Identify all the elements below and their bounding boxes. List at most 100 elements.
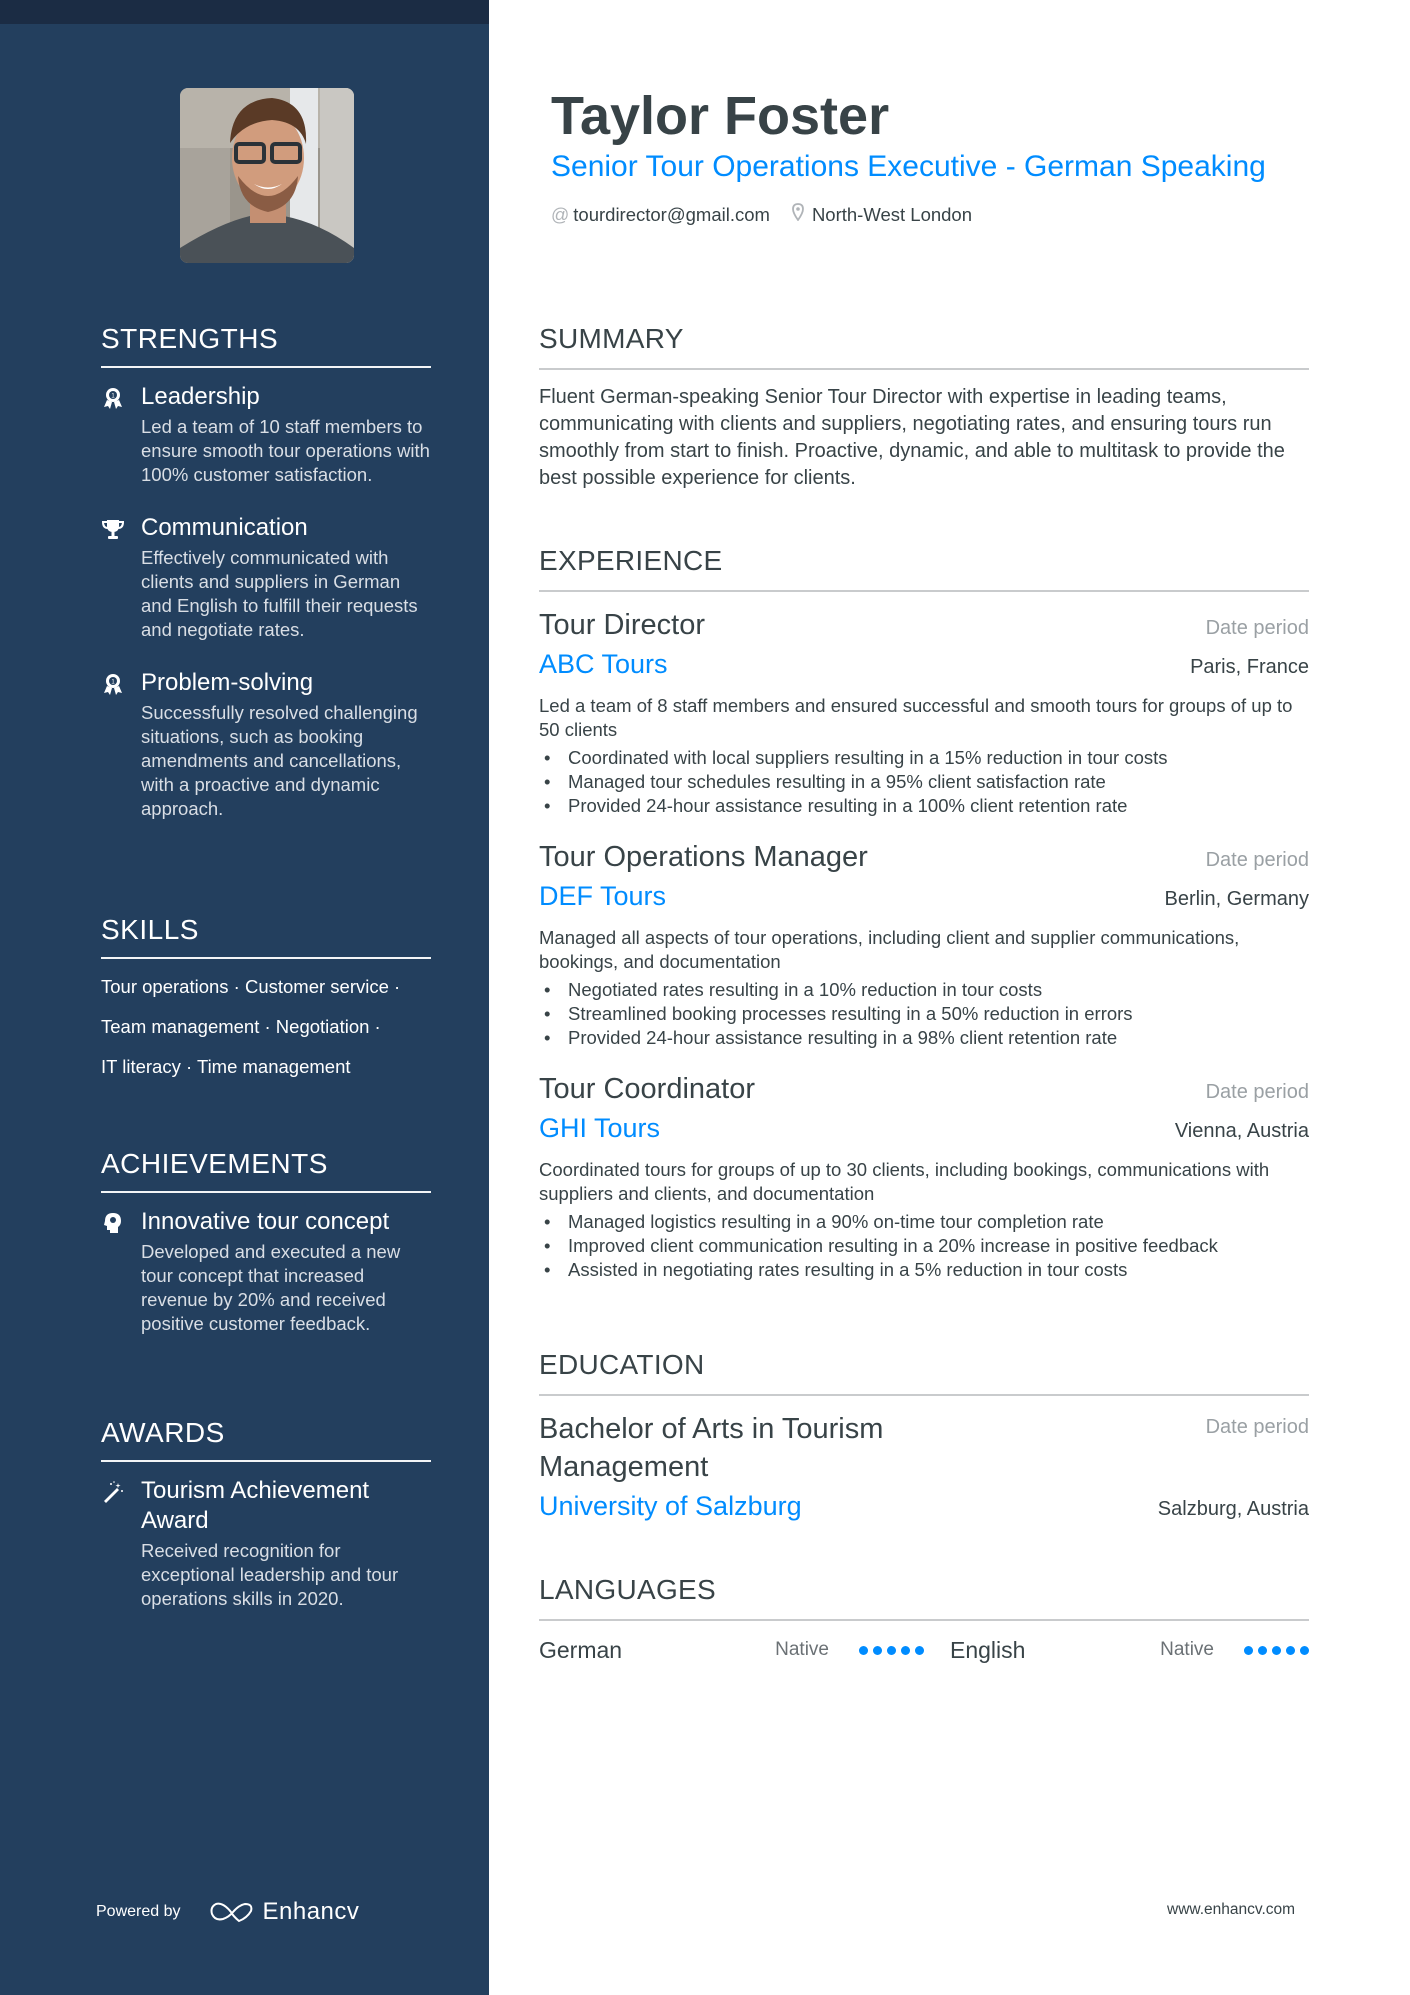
job-description: Led a team of 8 staff members and ensure… <box>539 695 1293 740</box>
rating-dot-filled <box>887 1645 896 1655</box>
awards-section: AWARDS Tourism Achievement Award Receive… <box>101 1416 431 1611</box>
rating-dot-filled <box>873 1645 882 1655</box>
job-bullets: Coordinated with local suppliers resulti… <box>539 746 1309 818</box>
job-date: Date period <box>1205 1081 1309 1103</box>
experience-section: EXPERIENCE Tour Director Date period ABC… <box>539 544 1309 1282</box>
rating-dot-filled <box>915 1645 924 1655</box>
language-level: Native <box>775 1639 829 1660</box>
strengths-title: STRENGTHS <box>101 323 279 354</box>
bullet-item: Managed tour schedules resulting in a 95… <box>539 770 1309 794</box>
powered-by-label: Powered by <box>96 1903 181 1920</box>
website-link[interactable]: www.enhancv.com <box>1167 1901 1295 1919</box>
education-entry: Bachelor of Arts in Tourism Management D… <box>539 1410 1309 1524</box>
strengths-section: STRENGTHS 1 Leadership Led a team of 10 … <box>101 322 431 821</box>
enhancv-logo[interactable]: Enhancv <box>209 1898 360 1926</box>
contact-info: @ tourdirector@gmail.com North-West Lond… <box>551 202 972 228</box>
enhancv-logo-icon <box>210 1902 252 1923</box>
languages-row: German Native English Native <box>539 1633 1309 1667</box>
school-name[interactable]: University of Salzburg <box>539 1488 802 1524</box>
section-divider <box>539 368 1309 370</box>
job-location: Paris, France <box>1190 656 1309 678</box>
strength-item: 1 Leadership Led a team of 10 staff memb… <box>101 382 431 487</box>
strength-title: Problem-solving <box>141 669 314 696</box>
bullet-item: Provided 24-hour assistance resulting in… <box>539 1026 1309 1050</box>
company-name[interactable]: GHI Tours <box>539 1110 660 1146</box>
sidebar-top-band <box>0 0 489 24</box>
award-ribbon-icon: 1 <box>101 672 125 696</box>
achievements-section: ACHIEVEMENTS Innovative tour concept Dev… <box>101 1147 431 1336</box>
section-divider <box>539 590 1309 592</box>
education-date: Date period <box>1205 1416 1309 1438</box>
school-location: Salzburg, Austria <box>1157 1498 1309 1520</box>
enhancv-brand: Enhancv <box>262 1898 360 1925</box>
language-name: English <box>950 1636 1026 1663</box>
award-item: Tourism Achievement Award Received recog… <box>101 1476 431 1611</box>
bullet-item: Assisted in negotiating rates resulting … <box>539 1258 1309 1282</box>
job-date: Date period <box>1205 849 1309 871</box>
skills-line: Tour operations · Customer service · <box>101 976 401 997</box>
strength-desc: Effectively communicated with clients an… <box>141 547 418 640</box>
achievement-desc: Developed and executed a new tour concep… <box>141 1241 401 1334</box>
candidate-title: Senior Tour Operations Executive - Germa… <box>551 150 1266 183</box>
award-title: Tourism Achievement Award <box>141 1477 370 1534</box>
candidate-name: Taylor Foster <box>551 86 890 146</box>
degree: Bachelor of Arts in Tourism Management <box>539 1413 884 1483</box>
job-date: Date period <box>1205 617 1309 639</box>
summary-section: SUMMARY Fluent German-speaking Senior To… <box>539 322 1309 492</box>
company-name[interactable]: ABC Tours <box>539 646 668 682</box>
at-icon: @ <box>551 205 570 225</box>
powered-by: Powered by Enhancv <box>96 1898 359 1926</box>
bullet-item: Coordinated with local suppliers resulti… <box>539 746 1309 770</box>
rating-dot-filled <box>1272 1645 1281 1655</box>
section-divider <box>101 366 431 368</box>
bullet-item: Streamlined booking processes resulting … <box>539 1002 1309 1026</box>
job-bullets: Negotiated rates resulting in a 10% redu… <box>539 978 1309 1050</box>
award-desc: Received recognition for exceptional lea… <box>141 1540 399 1609</box>
languages-title: LANGUAGES <box>539 1574 716 1605</box>
location: North-West London <box>811 204 973 225</box>
skills-line: IT literacy · Time management <box>101 1056 351 1077</box>
sidebar: STRENGTHS 1 Leadership Led a team of 10 … <box>0 0 489 1995</box>
job-role: Tour Coordinator <box>539 1073 755 1105</box>
language-item: English Native <box>924 1637 1309 1664</box>
section-divider <box>101 957 431 959</box>
job-bullets: Managed logistics resulting in a 90% on-… <box>539 1210 1309 1282</box>
experience-entry: Tour Coordinator Date period GHI Tours V… <box>539 1070 1309 1282</box>
experience-entry: Tour Director Date period ABC Tours Pari… <box>539 606 1309 818</box>
summary-title: SUMMARY <box>539 323 684 354</box>
skills-title: SKILLS <box>101 914 199 945</box>
language-rating <box>859 1645 924 1655</box>
achievements-title: ACHIEVEMENTS <box>101 1148 328 1179</box>
language-item: German Native <box>539 1637 924 1664</box>
skills-line: Team management · Negotiation · <box>101 1016 381 1037</box>
achievement-title: Innovative tour concept <box>141 1208 390 1235</box>
strength-desc: Successfully resolved challenging situat… <box>141 702 418 819</box>
language-rating <box>1244 1645 1309 1655</box>
job-location: Vienna, Austria <box>1174 1120 1309 1142</box>
job-description: Coordinated tours for groups of up to 30… <box>539 1159 1270 1204</box>
strength-title: Leadership <box>141 383 260 410</box>
achievement-item: Innovative tour concept Developed and ex… <box>101 1207 431 1336</box>
company-name[interactable]: DEF Tours <box>539 878 666 914</box>
rating-dot-filled <box>901 1645 910 1655</box>
section-divider <box>101 1460 431 1462</box>
bullet-item: Negotiated rates resulting in a 10% redu… <box>539 978 1309 1002</box>
section-divider <box>539 1619 1309 1621</box>
email[interactable]: tourdirector@gmail.com <box>573 202 770 228</box>
awards-title: AWARDS <box>101 1417 225 1448</box>
skills-section: SKILLS Tour operations · Customer servic… <box>101 913 431 1079</box>
bullet-item: Improved client communication resulting … <box>539 1234 1309 1258</box>
rating-dot-filled <box>1286 1645 1295 1655</box>
education-title: EDUCATION <box>539 1349 705 1380</box>
summary-text: Fluent German-speaking Senior Tour Direc… <box>539 386 1285 489</box>
rating-dot-filled <box>1300 1645 1309 1655</box>
job-description: Managed all aspects of tour operations, … <box>539 927 1240 972</box>
rating-dot-filled <box>1258 1645 1267 1655</box>
head-idea-icon <box>101 1211 125 1235</box>
job-role: Tour Operations Manager <box>539 841 868 873</box>
magic-wand-icon <box>101 1480 125 1504</box>
bullet-item: Managed logistics resulting in a 90% on-… <box>539 1210 1309 1234</box>
strength-title: Communication <box>141 514 308 541</box>
section-divider <box>101 1191 431 1193</box>
languages-section: LANGUAGES German Native English Native <box>539 1573 1309 1667</box>
